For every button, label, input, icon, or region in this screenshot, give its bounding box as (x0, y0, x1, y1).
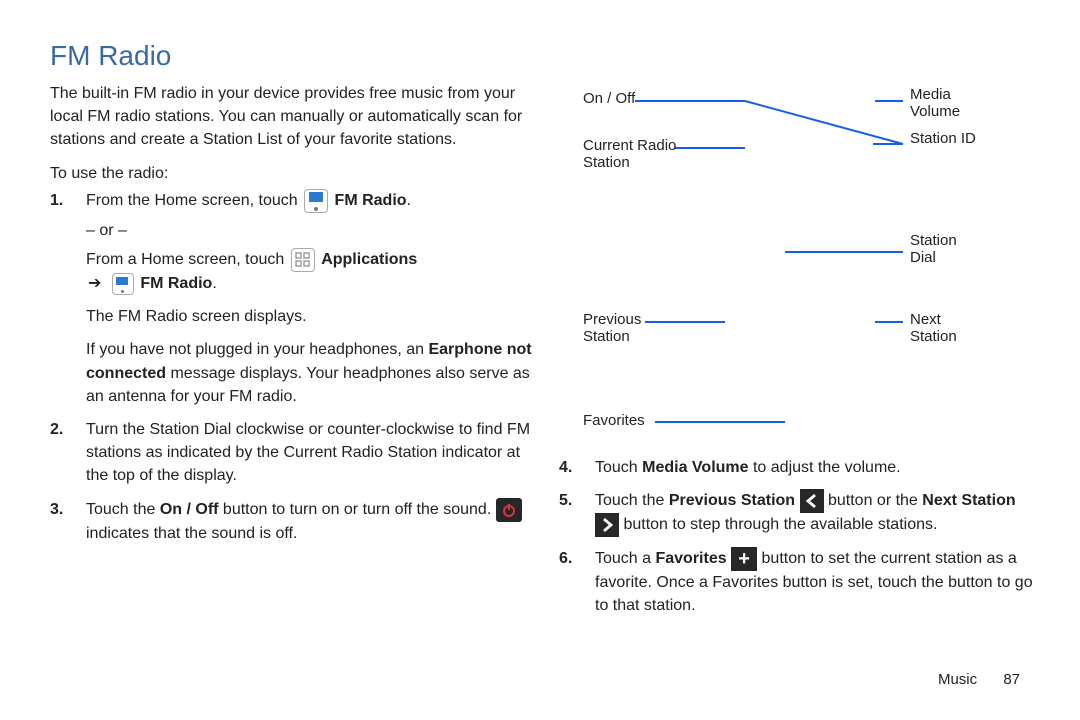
footer-section: Music (938, 671, 977, 688)
favorites-bold: Favorites (655, 550, 726, 567)
to-use-text: To use the radio: (50, 162, 545, 185)
diagram-label-onoff: On / Off (583, 90, 635, 107)
applications-label: Applications (321, 251, 417, 268)
step-6a: Touch a (595, 550, 655, 567)
page-footer: Music 87 (938, 671, 1020, 688)
diagram-label-previous: Previous Station (583, 311, 663, 346)
footer-page-number: 87 (1003, 671, 1020, 688)
fm-radio-diagram: On / Off Media Volume Current Radio Stat… (555, 82, 1025, 442)
favorites-plus-icon: + (731, 547, 757, 571)
fm-radio-label-2: FM Radio (140, 275, 212, 292)
intro-text: The built-in FM radio in your device pro… (50, 82, 545, 152)
step-2-text: Turn the Station Dial clockwise or count… (86, 421, 530, 484)
step-5: 5. Touch the Previous Station button or … (585, 489, 1040, 537)
step-1b-text: From a Home screen, touch (86, 251, 289, 268)
diagram-label-station-id: Station ID (910, 130, 980, 147)
step-3c: indicates that the sound is off. (86, 525, 297, 542)
step-1d: The FM Radio screen displays. (86, 305, 545, 328)
step-1a-text: From the Home screen, touch (86, 192, 302, 209)
step-1c-end: . (212, 275, 216, 292)
step-4b: to adjust the volume. (749, 459, 901, 476)
diagram-label-station-dial: Station Dial (910, 232, 980, 267)
step-2-number: 2. (50, 418, 63, 441)
step-3b: button to turn on or turn off the sound. (218, 501, 495, 518)
step-1a-end: . (407, 192, 411, 209)
step-1: 1. From the Home screen, touch FM Radio.… (76, 189, 545, 408)
diagram-label-media-volume: Media Volume (910, 86, 980, 121)
step-6-number: 6. (559, 547, 572, 570)
media-volume-bold: Media Volume (642, 459, 748, 476)
manual-page: FM Radio The built-in FM radio in your d… (0, 0, 1080, 720)
fm-radio-icon (304, 189, 328, 213)
step-1-number: 1. (50, 189, 63, 212)
fm-radio-icon-small (112, 273, 134, 295)
fm-radio-label: FM Radio (335, 192, 407, 209)
step-6: 6. Touch a Favorites + button to set the… (585, 547, 1040, 617)
diagram-label-favorites: Favorites (583, 412, 645, 429)
step-5c: button to step through the available sta… (623, 516, 937, 533)
step-5mid: button or the (828, 492, 922, 509)
next-station-bold: Next Station (922, 492, 1015, 509)
power-icon (496, 498, 522, 522)
or-text: – or – (86, 219, 545, 242)
step-5-number: 5. (559, 489, 572, 512)
previous-station-bold: Previous Station (669, 492, 795, 509)
on-off-bold: On / Off (160, 501, 219, 518)
step-3a: Touch the (86, 501, 160, 518)
next-station-icon (595, 513, 619, 537)
step-4-number: 4. (559, 456, 572, 479)
previous-station-icon (800, 489, 824, 513)
step-4a: Touch (595, 459, 642, 476)
step-1e-a: If you have not plugged in your headphon… (86, 341, 428, 358)
left-column: The built-in FM radio in your device pro… (50, 82, 545, 628)
step-2: 2. Turn the Station Dial clockwise or co… (76, 418, 545, 488)
step-4: 4. Touch Media Volume to adjust the volu… (585, 456, 1040, 479)
diagram-label-next: Next Station (910, 311, 980, 346)
page-heading: FM Radio (50, 40, 1040, 72)
step-3: 3. Touch the On / Off button to turn on … (76, 498, 545, 545)
step-5a: Touch the (595, 492, 669, 509)
right-column: On / Off Media Volume Current Radio Stat… (545, 82, 1040, 628)
step-3-number: 3. (50, 498, 63, 521)
diagram-label-current: Current Radio Station (583, 137, 693, 172)
applications-icon (291, 248, 315, 272)
arrow-icon: ➔ (88, 272, 101, 295)
